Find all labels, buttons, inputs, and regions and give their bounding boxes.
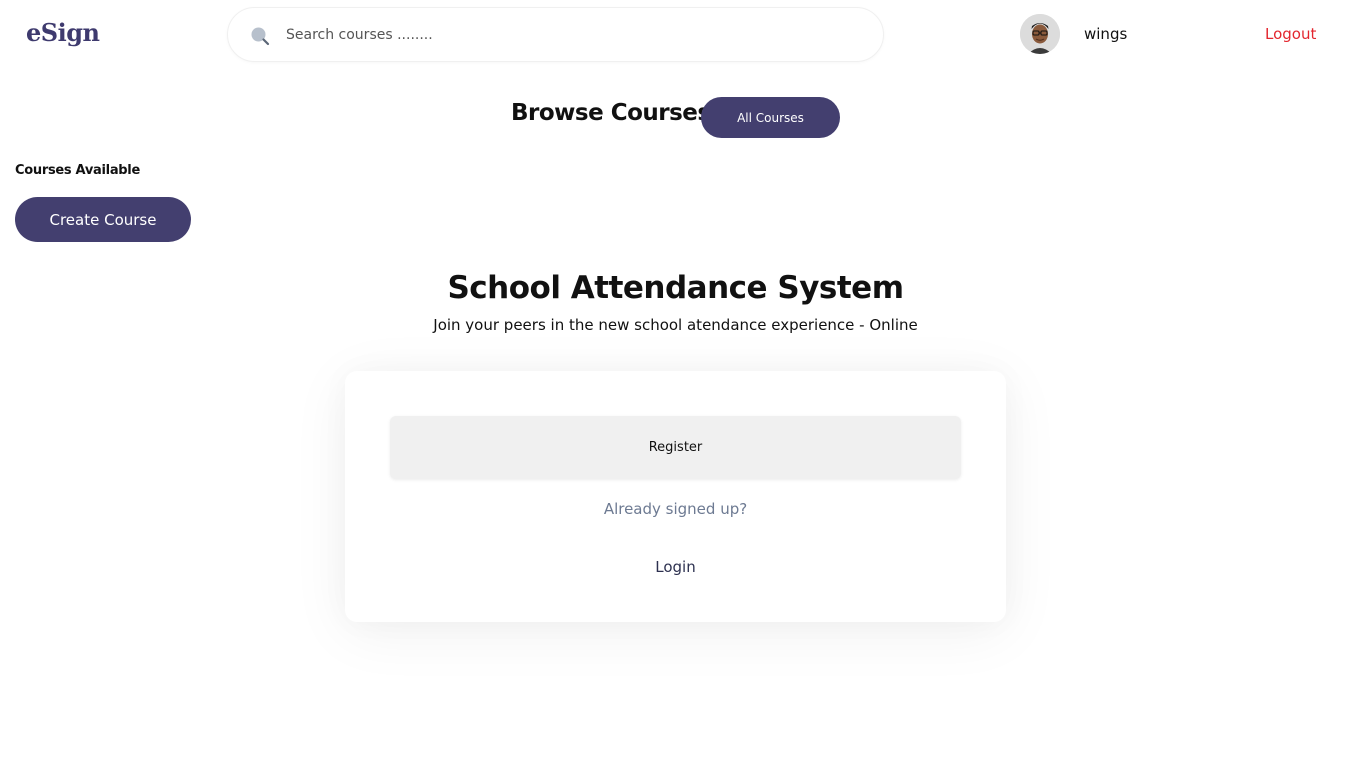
avatar[interactable] [1020, 14, 1060, 54]
all-courses-button[interactable]: All Courses [701, 97, 840, 138]
search-input[interactable] [286, 21, 856, 49]
username: wings [1084, 25, 1128, 43]
browse-courses-title: Browse Courses [511, 100, 711, 126]
logo[interactable]: eSign [26, 18, 100, 47]
create-course-button[interactable]: Create Course [15, 197, 191, 242]
courses-available-label: Courses Available [15, 163, 140, 178]
search-bar[interactable] [227, 7, 884, 62]
already-signed-up-text: Already signed up? [603, 500, 748, 518]
register-button[interactable]: Register [390, 416, 961, 479]
search-icon [250, 26, 270, 46]
auth-card: Register Already signed up? Login [345, 371, 1006, 622]
logout-link[interactable]: Logout [1265, 25, 1316, 43]
page-subtitle: Join your peers in the new school atenda… [433, 316, 918, 334]
page: eSign wings Logout Browse Courses All Co… [0, 0, 1351, 779]
page-title: School Attendance System [447, 270, 904, 306]
login-link[interactable]: Login [345, 558, 1006, 576]
